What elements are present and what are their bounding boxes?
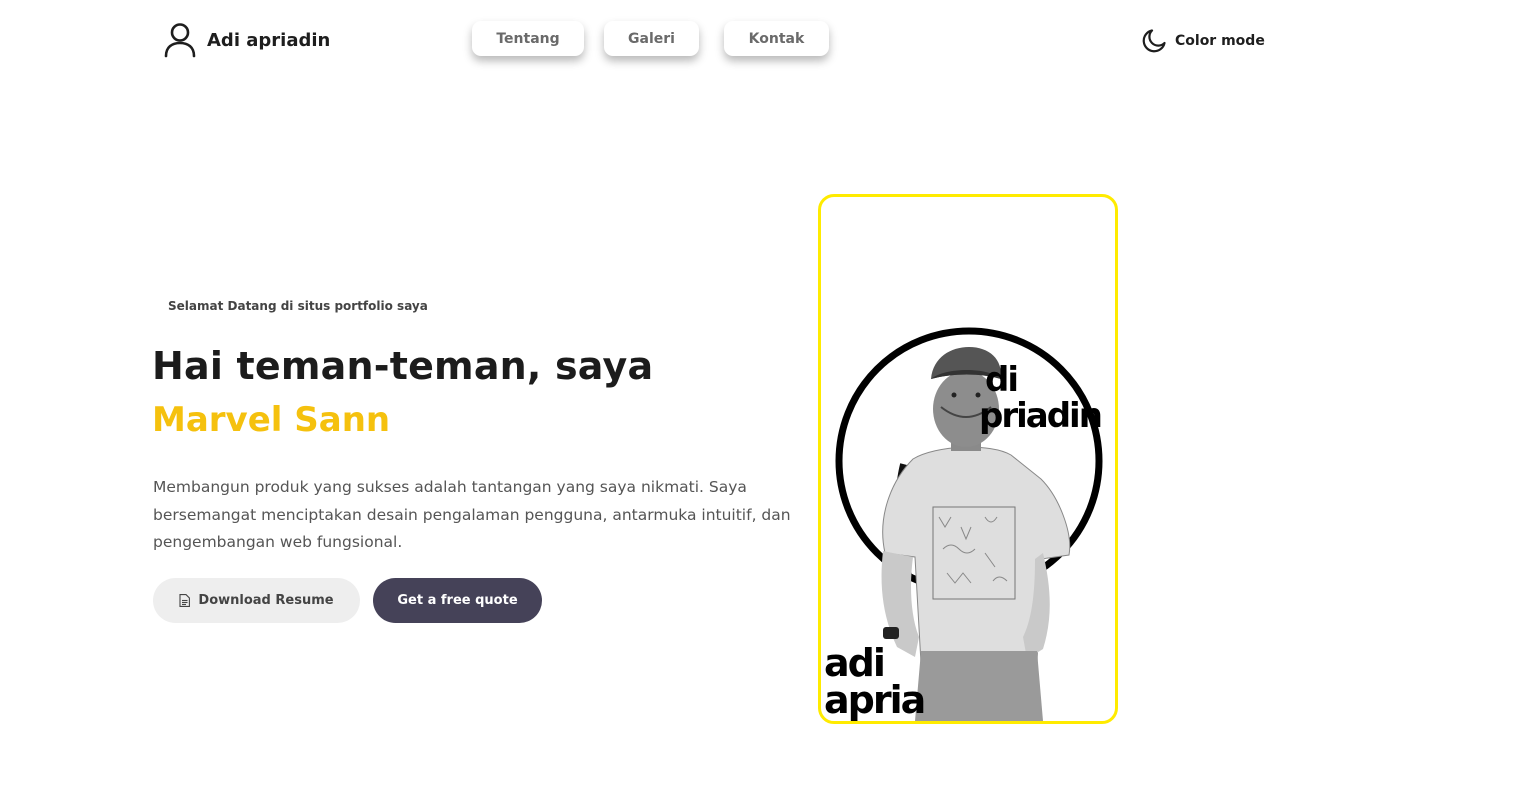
- welcome-text: Selamat Datang di situs portfolio saya: [168, 299, 428, 313]
- document-icon: [179, 594, 191, 607]
- nav-kontak-button[interactable]: Kontak: [724, 21, 829, 56]
- user-icon: [164, 23, 196, 58]
- hero-headline: Hai teman-teman, saya: [152, 344, 654, 388]
- profile-photo-card: di priadin adi apria: [818, 194, 1118, 724]
- photo-text-top-line2: priadin: [979, 396, 1101, 436]
- get-quote-button[interactable]: Get a free quote: [373, 578, 542, 623]
- profile-photo: di priadin adi apria: [824, 327, 1103, 721]
- hero-name: Marvel Sann: [152, 400, 391, 440]
- color-mode-label: Color mode: [1175, 33, 1265, 49]
- download-resume-button[interactable]: Download Resume: [153, 578, 360, 623]
- brand-name: Adi apriadin: [207, 29, 331, 51]
- nav-tentang-button[interactable]: Tentang: [472, 21, 584, 56]
- hero-description: Membangun produk yang sukses adalah tant…: [153, 478, 791, 551]
- nav-galeri-button[interactable]: Galeri: [604, 21, 699, 56]
- photo-text-top-line1: di: [985, 360, 1017, 400]
- color-mode-toggle[interactable]: Color mode: [1141, 28, 1265, 54]
- download-resume-label: Download Resume: [198, 593, 334, 608]
- moon-icon: [1142, 29, 1166, 53]
- brand[interactable]: Adi apriadin: [163, 22, 330, 58]
- photo-text-bottom-line2: apria: [824, 678, 924, 721]
- main-nav: Tentang Galeri Kontak: [472, 21, 829, 56]
